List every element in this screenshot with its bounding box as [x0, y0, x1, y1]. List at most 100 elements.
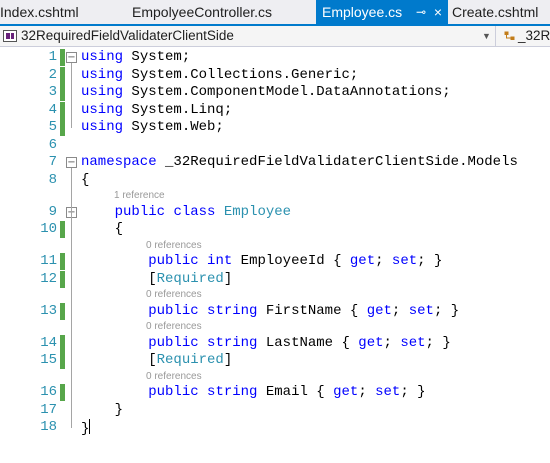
keyword-token: public — [148, 384, 199, 400]
keyword-token: string — [207, 334, 258, 351]
code-text: public string LastName { get; set; } — [81, 335, 451, 352]
type-token: Required — [156, 270, 224, 287]
keyword-token: int — [207, 253, 233, 269]
tab-label: Index.cshtml — [0, 4, 79, 20]
code-editor[interactable]: 1− using System; 2 using System.Collections… — [0, 47, 550, 463]
line-number: 15 — [40, 352, 57, 368]
tab-employee-cs[interactable]: Employee.cs ⊸ × — [316, 0, 448, 24]
line-number: 17 — [40, 401, 57, 418]
line-number: 6 — [48, 136, 57, 153]
code-line[interactable]: 18} — [0, 419, 550, 437]
code-line[interactable]: 8{ — [0, 172, 550, 189]
text-token: LastName { — [257, 334, 359, 351]
keyword-token: class — [173, 203, 216, 220]
code-line[interactable]: 13 public string FirstName { get; set; } — [0, 302, 550, 320]
text-token: System.Collections.Generic; — [123, 66, 359, 83]
tab-create-cshtml[interactable]: Create.cshtml — [452, 0, 550, 24]
text-token: System.Linq; — [123, 101, 233, 118]
codelens-references: 0 references — [0, 370, 550, 384]
code-line[interactable]: 4 using System.Linq; — [0, 101, 550, 119]
change-indicator — [60, 253, 65, 270]
code-line[interactable]: 15 [Required] — [0, 352, 550, 369]
keyword-token: string — [207, 302, 258, 319]
text-token: System.ComponentModel.DataAnnotations; — [123, 84, 451, 100]
code-text: public string Email { get; set; } — [81, 384, 425, 401]
fold-guide — [71, 63, 72, 128]
code-line[interactable]: 2 using System.Collections.Generic; — [0, 66, 550, 84]
line-number: 12 — [40, 270, 57, 287]
codelens-link[interactable]: 0 references — [146, 320, 202, 334]
keyword-token: public — [114, 203, 166, 220]
tab-index-cshtml[interactable]: Index.cshtml — [0, 0, 128, 24]
codelens-references: 1 reference — [0, 189, 550, 203]
project-name: 32RequiredFieldValidaterClientSide — [21, 28, 234, 43]
code-line[interactable]: 1− using System; — [0, 49, 550, 66]
keyword-token: get — [349, 253, 376, 269]
pin-icon[interactable]: ⊸ — [416, 0, 426, 24]
codelens-link[interactable]: 0 references — [146, 288, 202, 302]
project-dropdown[interactable]: 32RequiredFieldValidaterClientSide ▼ — [0, 26, 496, 46]
codelens-references: 0 references — [0, 239, 550, 253]
code-line[interactable]: 3 using System.ComponentModel.DataAnnotat… — [0, 84, 550, 101]
collapse-icon[interactable]: − — [66, 157, 77, 168]
type-dropdown[interactable]: _32Re — [498, 26, 550, 46]
code-line[interactable]: 12 [Required] — [0, 270, 550, 288]
text-token: ] — [223, 270, 233, 287]
change-indicator — [60, 384, 65, 401]
codelens-link[interactable]: 0 references — [146, 239, 202, 253]
change-indicator — [60, 352, 65, 369]
change-indicator — [60, 302, 65, 320]
code-line[interactable]: 17 } — [0, 402, 550, 419]
document-tab-strip: Index.cshtml EmpolyeeController.cs Emplo… — [0, 0, 550, 24]
change-indicator — [60, 270, 65, 288]
change-indicator — [60, 221, 65, 238]
code-line[interactable]: 6 — [0, 137, 550, 154]
tab-label: Employee.cs — [322, 4, 403, 20]
change-indicator — [60, 119, 65, 136]
code-line[interactable]: 7− namespace _32RequiredFieldValidaterCli… — [0, 154, 550, 171]
codelens-link[interactable]: 1 reference — [114, 189, 165, 203]
code-text: { — [81, 221, 123, 238]
line-number: 5 — [48, 119, 57, 135]
change-indicator — [60, 101, 65, 119]
text-token: { — [81, 221, 124, 237]
class-icon — [504, 31, 515, 40]
code-line[interactable]: 16 public string Email { get; set; } — [0, 384, 550, 401]
change-indicator — [60, 334, 65, 352]
code-text: [Required] — [81, 352, 232, 369]
code-line[interactable]: 9− public class Employee — [0, 204, 550, 221]
line-number: 1 — [48, 49, 57, 65]
text-caret — [89, 419, 91, 434]
text-token: } — [81, 401, 124, 418]
line-number: 14 — [40, 334, 57, 351]
text-token: ] — [223, 352, 233, 368]
codelens-references: 0 references — [0, 288, 550, 302]
code-text: public string FirstName { get; set; } — [81, 303, 459, 320]
code-text: using System.Linq; — [81, 102, 232, 119]
code-line[interactable]: 5 using System.Web; — [0, 119, 550, 136]
text-token: ; — [358, 384, 376, 400]
line-number: 10 — [40, 221, 57, 237]
tab-label: Create.cshtml — [452, 4, 539, 20]
text-token: { — [81, 171, 90, 188]
code-line[interactable]: 10 { — [0, 221, 550, 238]
code-line[interactable]: 11 public int EmployeeId { get; set; } — [0, 253, 550, 270]
text-token: ; } — [417, 253, 443, 269]
tab-empolyeecontroller-cs[interactable]: EmpolyeeController.cs — [132, 0, 318, 24]
code-text: using System; — [81, 49, 190, 66]
keyword-token: public — [148, 302, 199, 319]
code-text: using System.ComponentModel.DataAnnotati… — [81, 84, 451, 101]
code-line[interactable]: 14 public string LastName { get; set; } — [0, 334, 550, 352]
collapse-icon[interactable]: − — [66, 52, 77, 63]
text-token: ; } — [433, 302, 460, 319]
line-number: 4 — [48, 101, 57, 118]
chevron-down-icon[interactable]: ▼ — [482, 26, 491, 46]
keyword-token: set — [391, 253, 418, 269]
line-number: 2 — [48, 66, 57, 83]
change-indicator — [60, 66, 65, 84]
codelens-link[interactable]: 0 references — [146, 370, 202, 384]
text-token: } — [81, 421, 90, 437]
close-icon[interactable]: × — [434, 0, 442, 24]
code-text: } — [81, 402, 123, 419]
